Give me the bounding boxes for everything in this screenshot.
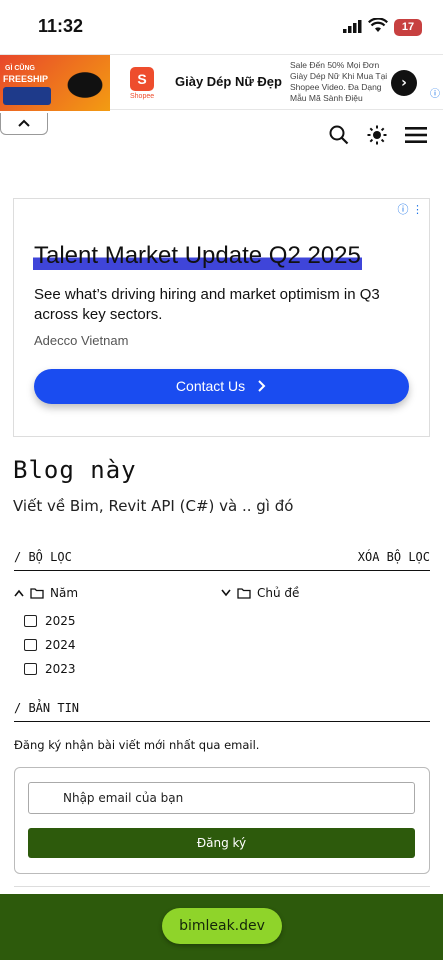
footer-bar: bimleak.dev	[0, 894, 443, 960]
chevron-right-icon	[258, 380, 266, 392]
checkbox[interactable]	[24, 639, 37, 651]
header-actions	[329, 125, 427, 145]
ad-go-button[interactable]: ›	[391, 70, 417, 96]
ad-headline[interactable]: Talent Market Update Q2 2025	[33, 242, 362, 270]
sponsored-ad-card[interactable]: ⓘ ⋮ Talent Market Update Q2 2025 See wha…	[13, 198, 430, 437]
contact-us-label: Contact Us	[175, 378, 246, 394]
chevron-down-icon	[221, 589, 231, 597]
page-subtitle: Viết về Bim, Revit API (C#) và .. gì đó	[13, 497, 294, 515]
checkbox[interactable]	[24, 615, 37, 627]
divider	[14, 886, 430, 887]
page-title: Blog này	[13, 456, 137, 484]
ad-banner-text: GÌ CŨNG	[5, 65, 35, 72]
topic-filter-label: Chủ đề	[257, 586, 300, 600]
battery-indicator: 17	[394, 19, 422, 36]
menu-hamburger-icon[interactable]	[405, 126, 427, 144]
year-option-2025[interactable]: 2025	[24, 614, 76, 628]
topic-filter-toggle[interactable]: Chủ đề	[221, 586, 299, 600]
cellular-signal-icon	[343, 20, 362, 33]
year-option-2024[interactable]: 2024	[24, 638, 76, 652]
ad-description: Sale Đến 50% Mọi Đơn Giày Dép Nữ Khi Mua…	[290, 60, 388, 103]
newsletter-description: Đăng ký nhận bài viết mới nhất qua email…	[14, 738, 260, 752]
chevron-up-icon	[18, 119, 30, 127]
ad-banner-freeship: FREESHIP	[3, 74, 49, 84]
shoe-image	[55, 63, 105, 103]
year-option-2023[interactable]: 2023	[24, 662, 76, 676]
wifi-icon	[368, 18, 388, 32]
collapse-ad-button[interactable]	[0, 113, 48, 135]
ad-info-icon[interactable]: ⓘ	[430, 85, 440, 100]
year-filter-toggle[interactable]: Năm	[14, 586, 78, 600]
newsletter-heading: / BẢN TIN	[14, 701, 80, 715]
year-label: 2025	[45, 614, 76, 628]
folder-icon	[30, 588, 44, 599]
chevron-up-icon	[14, 589, 24, 597]
ad-banner-badge	[3, 87, 51, 105]
newsletter-section-header: / BẢN TIN	[14, 701, 430, 722]
subscribe-button[interactable]: Đăng ký	[28, 828, 415, 858]
shopee-logo-icon: S	[130, 67, 154, 91]
year-label: 2023	[45, 662, 76, 676]
contact-us-button[interactable]: Contact Us	[34, 369, 409, 404]
search-icon[interactable]	[329, 125, 349, 145]
checkbox[interactable]	[24, 663, 37, 675]
ad-body-text: See what’s driving hiring and market opt…	[34, 286, 380, 323]
clear-filter-link[interactable]: XÓA BỘ LỌC	[358, 550, 430, 564]
email-input[interactable]: Nhập email của bạn	[28, 782, 415, 814]
ad-banner-image[interactable]: GÌ CŨNG FREESHIP	[0, 55, 110, 111]
newsletter-form: Nhập email của bạn Đăng ký	[14, 767, 430, 874]
filter-heading: / BỘ LỌC	[14, 550, 72, 564]
ad-title[interactable]: Giày Dép Nữ Đẹp	[175, 74, 282, 89]
shopee-brand: Shopee	[130, 93, 155, 100]
status-time: 11:32	[38, 16, 84, 36]
top-banner-ad[interactable]: GÌ CŨNG FREESHIP S Shopee Giày Dép Nữ Đẹ…	[0, 54, 443, 111]
status-bar: 11:32 17	[0, 0, 443, 54]
year-label: 2024	[45, 638, 76, 652]
theme-toggle-sun-icon[interactable]	[367, 125, 387, 145]
folder-icon	[237, 588, 251, 599]
ad-info-icon[interactable]: ⓘ ⋮	[398, 201, 424, 217]
filter-section-header: / BỘ LỌC XÓA BỘ LỌC	[14, 550, 430, 571]
year-filter-label: Năm	[50, 586, 79, 600]
ad-advertiser: Adecco Vietnam	[34, 333, 129, 348]
site-domain-button[interactable]: bimleak.dev	[162, 908, 282, 944]
